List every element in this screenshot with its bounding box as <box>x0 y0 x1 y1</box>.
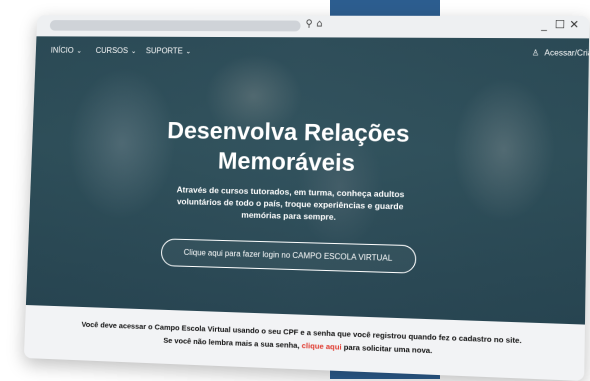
top-navigation: INÍCIO ⌄ CURSOS ⌄ SUPORTE ⌄ ♙ Acessar/Criar <box>50 46 590 65</box>
hero-headline: Desenvolva Relações Memoráveis <box>154 116 422 180</box>
nav-item-suporte[interactable]: SUPORTE ⌄ <box>146 46 192 55</box>
headline-line-1: Desenvolva Relações <box>166 117 410 148</box>
nav-item-label: CURSOS <box>95 46 129 56</box>
search-icon[interactable]: ⚲ <box>305 19 313 30</box>
headline-line-2: Memoráveis <box>217 147 356 178</box>
nav-item-label: INÍCIO <box>50 45 74 55</box>
home-icon[interactable]: ⌂ <box>316 19 323 30</box>
close-button[interactable]: ✕ <box>569 18 579 31</box>
nav-item-label: SUPORTE <box>145 46 183 56</box>
account-link[interactable]: ♙ Acessar/Criar <box>532 48 590 57</box>
minimize-button[interactable]: _ <box>541 18 547 31</box>
hero-subtext: Através de cursos tutorados, em turma, c… <box>162 183 419 225</box>
account-label: Acessar/Criar <box>544 48 590 58</box>
nav-item-cursos[interactable]: CURSOS ⌄ <box>96 46 137 55</box>
hero-banner: INÍCIO ⌄ CURSOS ⌄ SUPORTE ⌄ ♙ Acessar/Criar … <box>25 36 590 325</box>
chevron-down-icon: ⌄ <box>76 47 83 55</box>
nav-item-inicio[interactable]: INÍCIO ⌄ <box>51 46 82 55</box>
browser-window: ⚲ ⌂ _ ☐ ✕ INÍCIO ⌄ CURSOS ⌄ SUPORTE ⌄ ♙ Aces… <box>23 15 590 381</box>
login-button[interactable]: Clique aqui para fazer login no CAMPO ES… <box>160 238 417 274</box>
maximize-button[interactable]: ☐ <box>555 18 566 31</box>
chevron-down-icon: ⌄ <box>130 48 137 56</box>
address-bar[interactable] <box>49 20 301 32</box>
notice-text-after: para solicitar uma nova. <box>343 342 433 356</box>
user-icon: ♙ <box>531 48 540 58</box>
notice-text-before: Se você não lembra mais a sua senha, <box>163 335 300 351</box>
chevron-down-icon: ⌄ <box>185 48 192 56</box>
reset-password-link[interactable]: clique aqui <box>302 341 342 352</box>
